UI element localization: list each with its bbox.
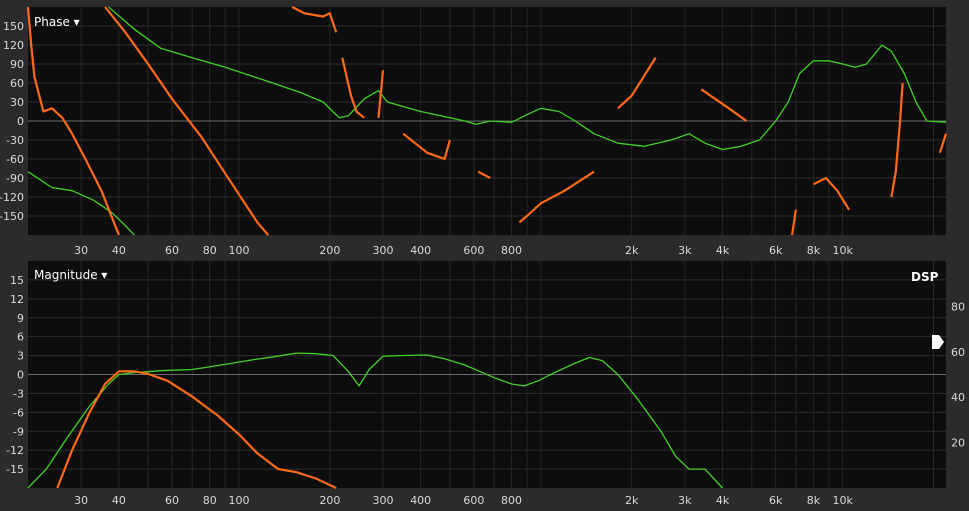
- x-tick-label: 200: [319, 494, 340, 507]
- y-tick-label: 15: [10, 274, 24, 287]
- x-tick-label: 10k: [832, 244, 853, 257]
- x-tick-label: 300: [372, 244, 393, 257]
- y-tick-label: 0: [17, 369, 24, 382]
- x-tick-label: 200: [319, 244, 340, 257]
- x-tick-label: 800: [501, 494, 522, 507]
- y-tick-label: -90: [6, 172, 24, 185]
- y-tick-label: 9: [17, 312, 24, 325]
- y-tick-label: -30: [6, 134, 24, 147]
- x-tick-label: 4k: [716, 244, 730, 257]
- dsp-label: DSP: [911, 270, 939, 284]
- dsp-tick-label: 20: [951, 437, 965, 450]
- y-tick-label: -6: [13, 406, 24, 419]
- x-tick-label: 30: [74, 244, 88, 257]
- y-tick-label: 3: [17, 350, 24, 363]
- x-tick-label: 3k: [678, 244, 692, 257]
- y-tick-label: -12: [6, 444, 24, 457]
- x-tick-label: 400: [410, 494, 431, 507]
- y-tick-label: 12: [10, 293, 24, 306]
- x-tick-label: 60: [165, 244, 179, 257]
- x-tick-label: 2k: [625, 244, 639, 257]
- x-tick-label: 30: [74, 494, 88, 507]
- y-tick-label: 60: [10, 77, 24, 90]
- y-tick-label: -60: [6, 153, 24, 166]
- y-tick-label: -9: [13, 425, 24, 438]
- x-tick-label: 80: [203, 244, 217, 257]
- x-tick-label: 80: [203, 494, 217, 507]
- phase-menu-button[interactable]: Phase ▾: [34, 15, 80, 29]
- x-tick-label: 8k: [807, 244, 821, 257]
- y-tick-label: -15: [6, 463, 24, 476]
- y-tick-label: 120: [3, 39, 24, 52]
- x-tick-label: 6k: [769, 244, 783, 257]
- x-tick-label: 100: [228, 494, 249, 507]
- y-tick-label: 90: [10, 58, 24, 71]
- phase-panel: 1501209060300-30-60-90-120-150 30 40 60 80 1…: [0, 6, 948, 257]
- x-tick-label: 600: [463, 494, 484, 507]
- x-tick-label: 10k: [832, 494, 853, 507]
- y-tick-label: 30: [10, 96, 24, 109]
- dsp-tick-label: 80: [951, 300, 965, 313]
- x-tick-label: 100: [228, 244, 249, 257]
- y-tick-label: -120: [0, 191, 24, 204]
- x-tick-label: 3k: [678, 494, 692, 507]
- dsp-tick-label: 40: [951, 391, 965, 404]
- dsp-tick-label: 60: [951, 346, 965, 359]
- x-tick-label: 600: [463, 244, 484, 257]
- y-tick-label: 150: [3, 20, 24, 33]
- x-tick-label: 400: [410, 244, 431, 257]
- y-tick-label: 6: [17, 331, 24, 344]
- x-tick-label: 40: [112, 244, 126, 257]
- y-tick-label: -3: [13, 387, 24, 400]
- analyzer-window: 1501209060300-30-60-90-120-150 30 40 60 80 1…: [0, 0, 969, 511]
- x-tick-label: 6k: [769, 494, 783, 507]
- x-tick-label: 2k: [625, 494, 639, 507]
- magnitude-panel: 15129630-3-6-9-12-15 80604020 30 40 60 80 10…: [6, 261, 965, 507]
- y-tick-label: -150: [0, 210, 24, 223]
- x-tick-label: 4k: [716, 494, 730, 507]
- x-tick-label: 800: [501, 244, 522, 257]
- x-tick-label: 40: [112, 494, 126, 507]
- x-tick-label: 300: [372, 494, 393, 507]
- magnitude-menu-button[interactable]: Magnitude ▾: [34, 268, 107, 282]
- x-tick-label: 60: [165, 494, 179, 507]
- x-tick-label: 8k: [807, 494, 821, 507]
- y-tick-label: 0: [17, 115, 24, 128]
